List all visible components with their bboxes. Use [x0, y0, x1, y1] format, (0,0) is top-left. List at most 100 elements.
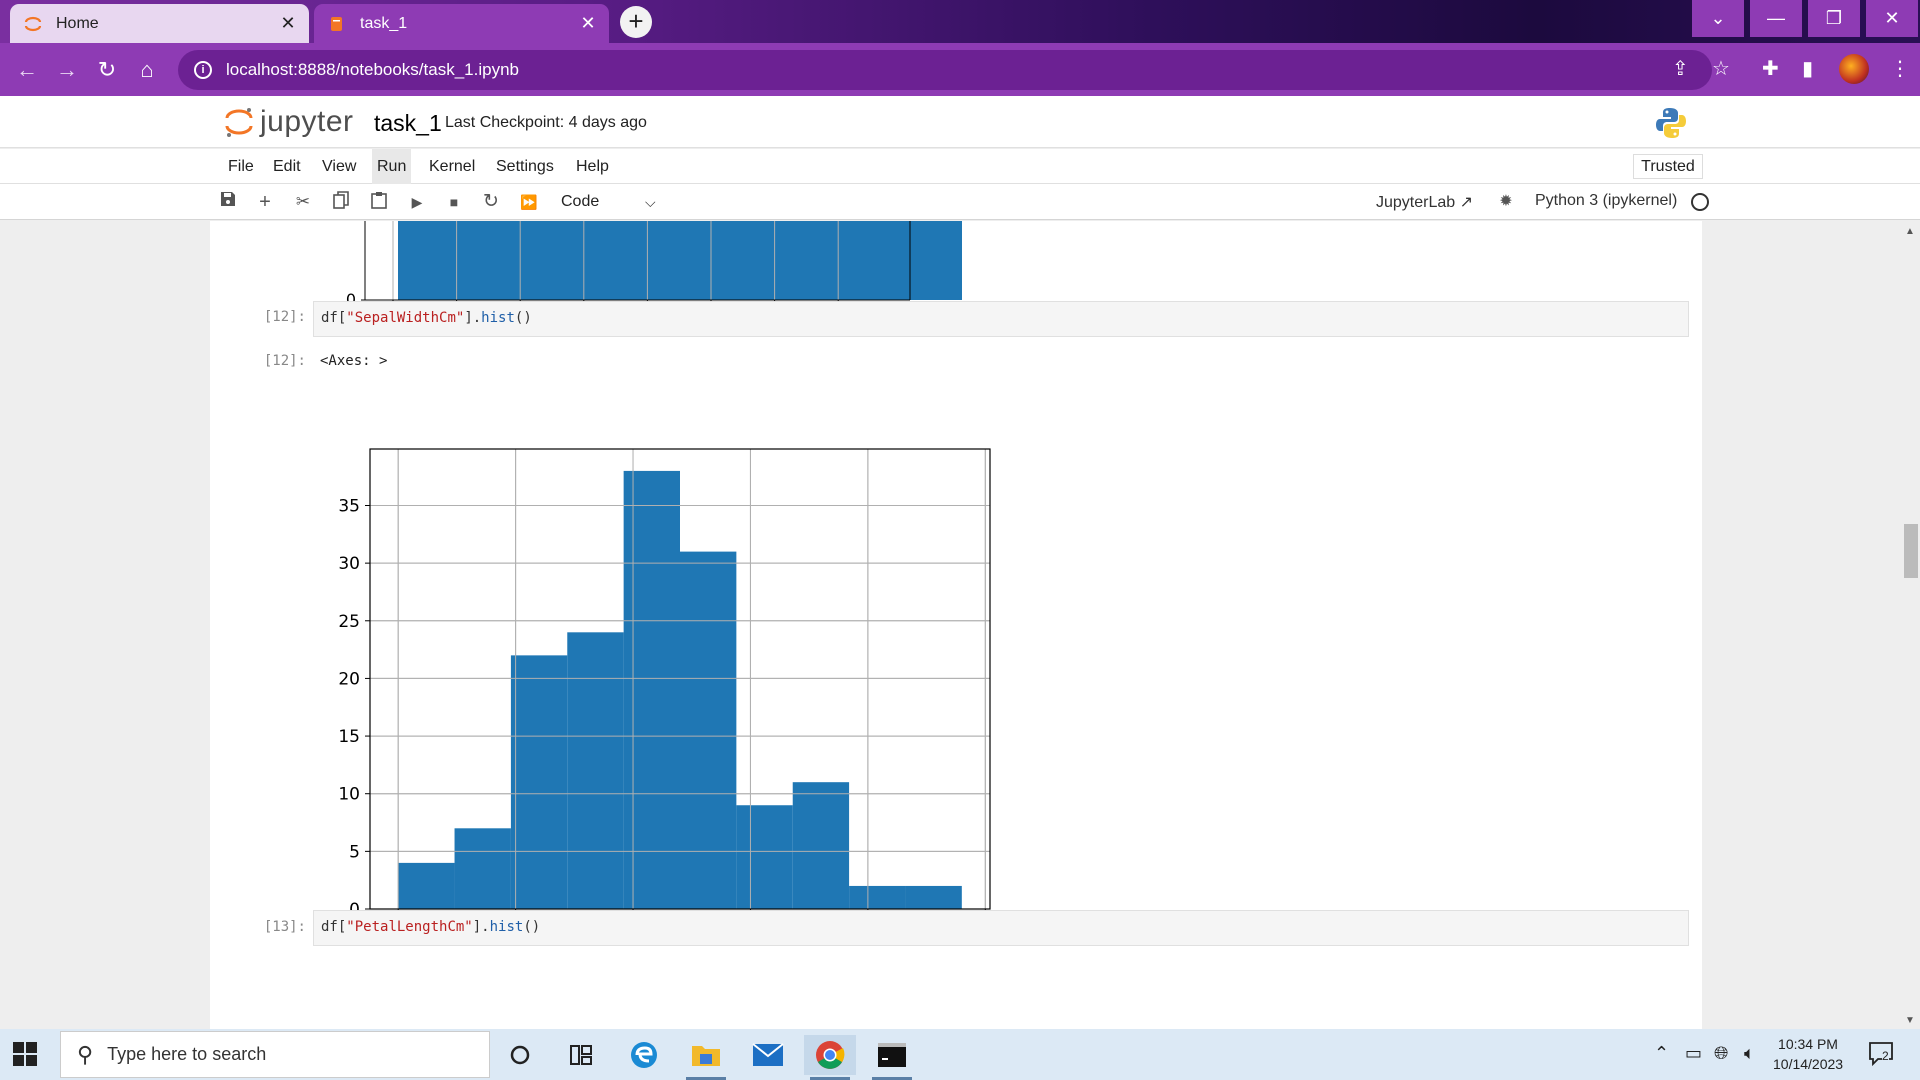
- sepal-width-histogram: 2.02.53.03.54.04.505101520253035: [338, 448, 999, 938]
- address-bar[interactable]: i localhost:8888/notebooks/task_1.ipynb: [178, 50, 1712, 90]
- taskbar-search-box[interactable]: ⚲ Type here to search: [60, 1031, 490, 1078]
- notebook-toolbar: + ✂ ▶ ■ ↻ ⏩ Code ⌵ JupyterLab ↗ ✹ Python…: [0, 184, 1920, 220]
- side-panel-icon[interactable]: ▮: [1802, 56, 1813, 81]
- code-cell-13[interactable]: df["PetalLengthCm"].hist(): [313, 910, 1689, 946]
- url-text: localhost:8888/notebooks/task_1.ipynb: [226, 60, 519, 79]
- external-link-icon: ↗: [1459, 194, 1474, 211]
- y-tick-label: 30: [338, 554, 360, 574]
- mail-icon[interactable]: [742, 1035, 794, 1075]
- network-globe-icon[interactable]: 🌐︎: [1714, 1043, 1728, 1064]
- task-view-icon[interactable]: [555, 1035, 607, 1075]
- browser-tab-strip: Home ✕ task_1 ✕ + ⌄ — ❐ ✕: [0, 0, 1920, 43]
- run-icon[interactable]: ▶: [406, 191, 428, 213]
- search-placeholder: Type here to search: [107, 1044, 267, 1064]
- menu-kernel[interactable]: Kernel: [424, 149, 480, 184]
- volume-icon[interactable]: 🔈︎: [1744, 1043, 1755, 1064]
- tab-task-1[interactable]: task_1 ✕: [314, 4, 609, 43]
- run-all-icon[interactable]: ⏩: [518, 191, 540, 213]
- taskbar-clock[interactable]: 10:34 PM 10/14/2023: [1773, 1034, 1843, 1074]
- prev-bars: [398, 221, 962, 300]
- close-tab-icon[interactable]: ✕: [277, 12, 299, 34]
- add-cell-icon[interactable]: +: [254, 191, 276, 213]
- histogram-bars: [398, 470, 962, 909]
- jupyter-header: jupyter task_1 Last Checkpoint: 4 days a…: [0, 96, 1920, 148]
- notification-count: 2: [1882, 1049, 1889, 1063]
- trusted-indicator[interactable]: Trusted: [1633, 154, 1703, 179]
- scroll-up-icon[interactable]: ▲: [1905, 226, 1915, 237]
- site-info-icon[interactable]: i: [194, 61, 212, 79]
- restore-icon[interactable]: ❐: [1808, 0, 1860, 37]
- y-tick-label: 5: [349, 842, 360, 862]
- new-tab-button[interactable]: +: [620, 6, 652, 38]
- jupyterlab-link[interactable]: JupyterLab ↗: [1376, 192, 1473, 212]
- cell-13-input-prompt: [13]:: [263, 919, 306, 935]
- restart-icon[interactable]: ↻: [480, 191, 502, 213]
- file-explorer-icon[interactable]: [680, 1035, 732, 1080]
- chrome-icon[interactable]: [804, 1035, 856, 1080]
- cortana-icon[interactable]: [494, 1035, 546, 1075]
- code-string-token: "PetalLengthCm": [346, 919, 473, 935]
- jupyter-logo[interactable]: jupyter: [224, 104, 354, 140]
- chevron-down-icon[interactable]: ⌵: [645, 191, 656, 213]
- scroll-down-icon[interactable]: ▼: [1905, 1015, 1915, 1026]
- code-token: (): [523, 919, 541, 935]
- paste-icon[interactable]: [368, 191, 390, 213]
- minimize-icon[interactable]: —: [1750, 0, 1802, 37]
- histogram-bar: [736, 805, 793, 909]
- code-function-token: hist: [489, 919, 524, 935]
- menu-view[interactable]: View: [317, 149, 361, 184]
- close-window-icon[interactable]: ✕: [1866, 0, 1918, 37]
- save-icon[interactable]: [217, 191, 239, 213]
- browser-menu-icon[interactable]: ⋮: [1890, 56, 1910, 81]
- code-token: ].: [472, 919, 490, 935]
- histogram-bar: [623, 470, 680, 909]
- menu-edit[interactable]: Edit: [268, 149, 306, 184]
- forward-icon[interactable]: →: [50, 53, 84, 87]
- kernel-status-icon: [1691, 193, 1709, 211]
- code-cell-12[interactable]: df["SepalWidthCm"].hist(): [313, 301, 1689, 337]
- bookmark-star-icon[interactable]: ☆: [1712, 56, 1730, 81]
- kernel-name[interactable]: Python 3 (ipykernel): [1535, 192, 1677, 210]
- terminal-icon[interactable]: [866, 1035, 918, 1080]
- home-icon[interactable]: ⌂: [130, 53, 164, 87]
- menu-run[interactable]: Run: [372, 149, 412, 184]
- tab-home[interactable]: Home ✕: [10, 4, 309, 43]
- code-token: (): [514, 310, 532, 326]
- cell-12-output-text: <Axes: >: [320, 353, 388, 369]
- code-token: df[: [321, 310, 347, 326]
- y-tick-label: 35: [338, 496, 360, 516]
- notebook-panel: 0 4.55.05.56.06.57.07.58.0 [12]: df["Sep…: [210, 221, 1702, 1029]
- notebook-title[interactable]: task_1: [374, 110, 442, 137]
- code-function-token: hist: [481, 310, 515, 326]
- scroll-thumb[interactable]: [1904, 524, 1918, 578]
- edge-browser-icon[interactable]: [618, 1035, 670, 1075]
- y-tick-label: 25: [338, 612, 360, 632]
- search-icon: ⚲: [77, 1041, 94, 1067]
- histogram-bar: [398, 862, 455, 909]
- code-token: ].: [464, 310, 482, 326]
- share-icon[interactable]: ⇪: [1672, 56, 1689, 81]
- notebook-scrollbar[interactable]: ▲ ▼: [1900, 221, 1920, 1029]
- copy-icon[interactable]: [330, 191, 352, 213]
- tab-search-icon[interactable]: ⌄: [1692, 0, 1744, 37]
- menu-help[interactable]: Help: [571, 149, 614, 184]
- windows-start-icon[interactable]: [12, 1041, 38, 1067]
- back-icon[interactable]: ←: [10, 53, 44, 87]
- debugger-bug-icon[interactable]: ✹: [1495, 191, 1517, 213]
- windows-taskbar: ⚲ Type here to search ⌃ ▭ 🌐︎ 🔈︎ 10:34 PM…: [0, 1029, 1920, 1080]
- histogram-bar: [849, 885, 906, 909]
- battery-icon[interactable]: ▭: [1685, 1043, 1702, 1064]
- close-tab-icon[interactable]: ✕: [577, 12, 599, 34]
- histogram-bar: [567, 632, 624, 909]
- menu-settings[interactable]: Settings: [491, 149, 559, 184]
- chevron-up-icon[interactable]: ⌃: [1654, 1043, 1669, 1064]
- jupyter-logo-icon: [224, 104, 254, 140]
- stop-icon[interactable]: ■: [443, 191, 465, 213]
- reload-icon[interactable]: ↻: [90, 53, 124, 87]
- menu-file[interactable]: File: [223, 149, 259, 184]
- extensions-icon[interactable]: ✚: [1762, 56, 1779, 81]
- notification-center-icon[interactable]: 2: [1868, 1041, 1896, 1067]
- profile-avatar[interactable]: [1839, 54, 1869, 84]
- notebook-area: 0 4.55.05.56.06.57.07.58.0 [12]: df["Sep…: [0, 221, 1920, 1029]
- cut-icon[interactable]: ✂: [292, 191, 314, 213]
